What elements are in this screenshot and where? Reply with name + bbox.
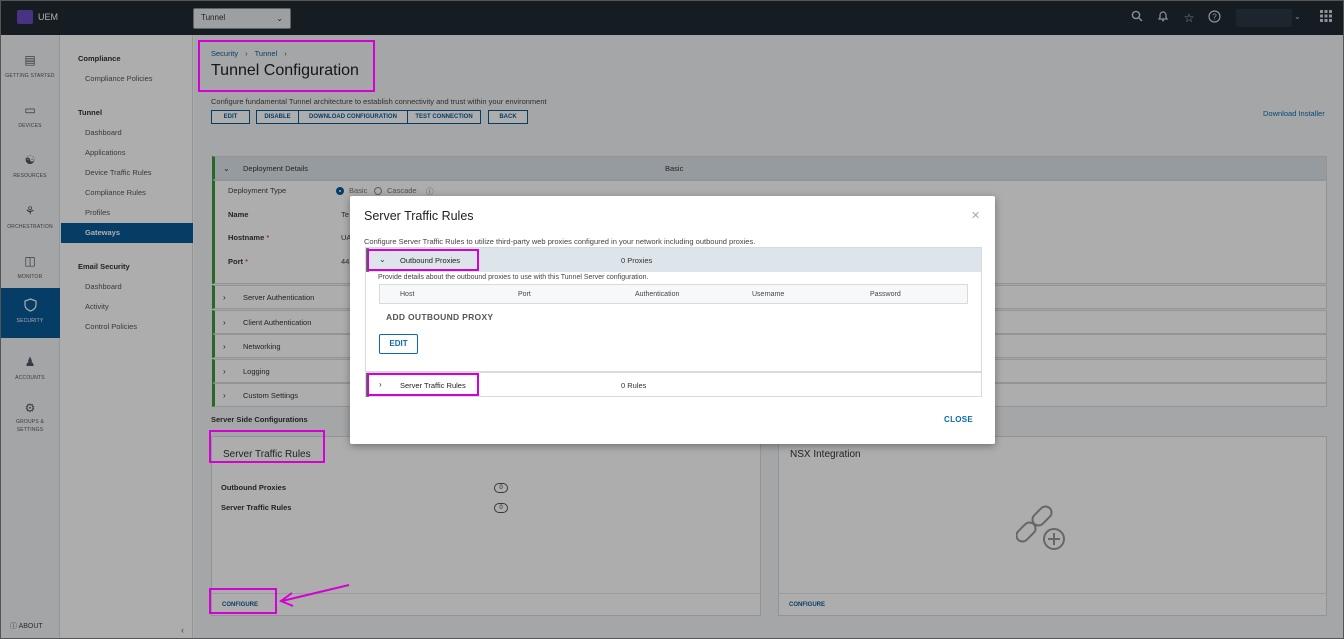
screenshot-frame: [0, 0, 1344, 639]
